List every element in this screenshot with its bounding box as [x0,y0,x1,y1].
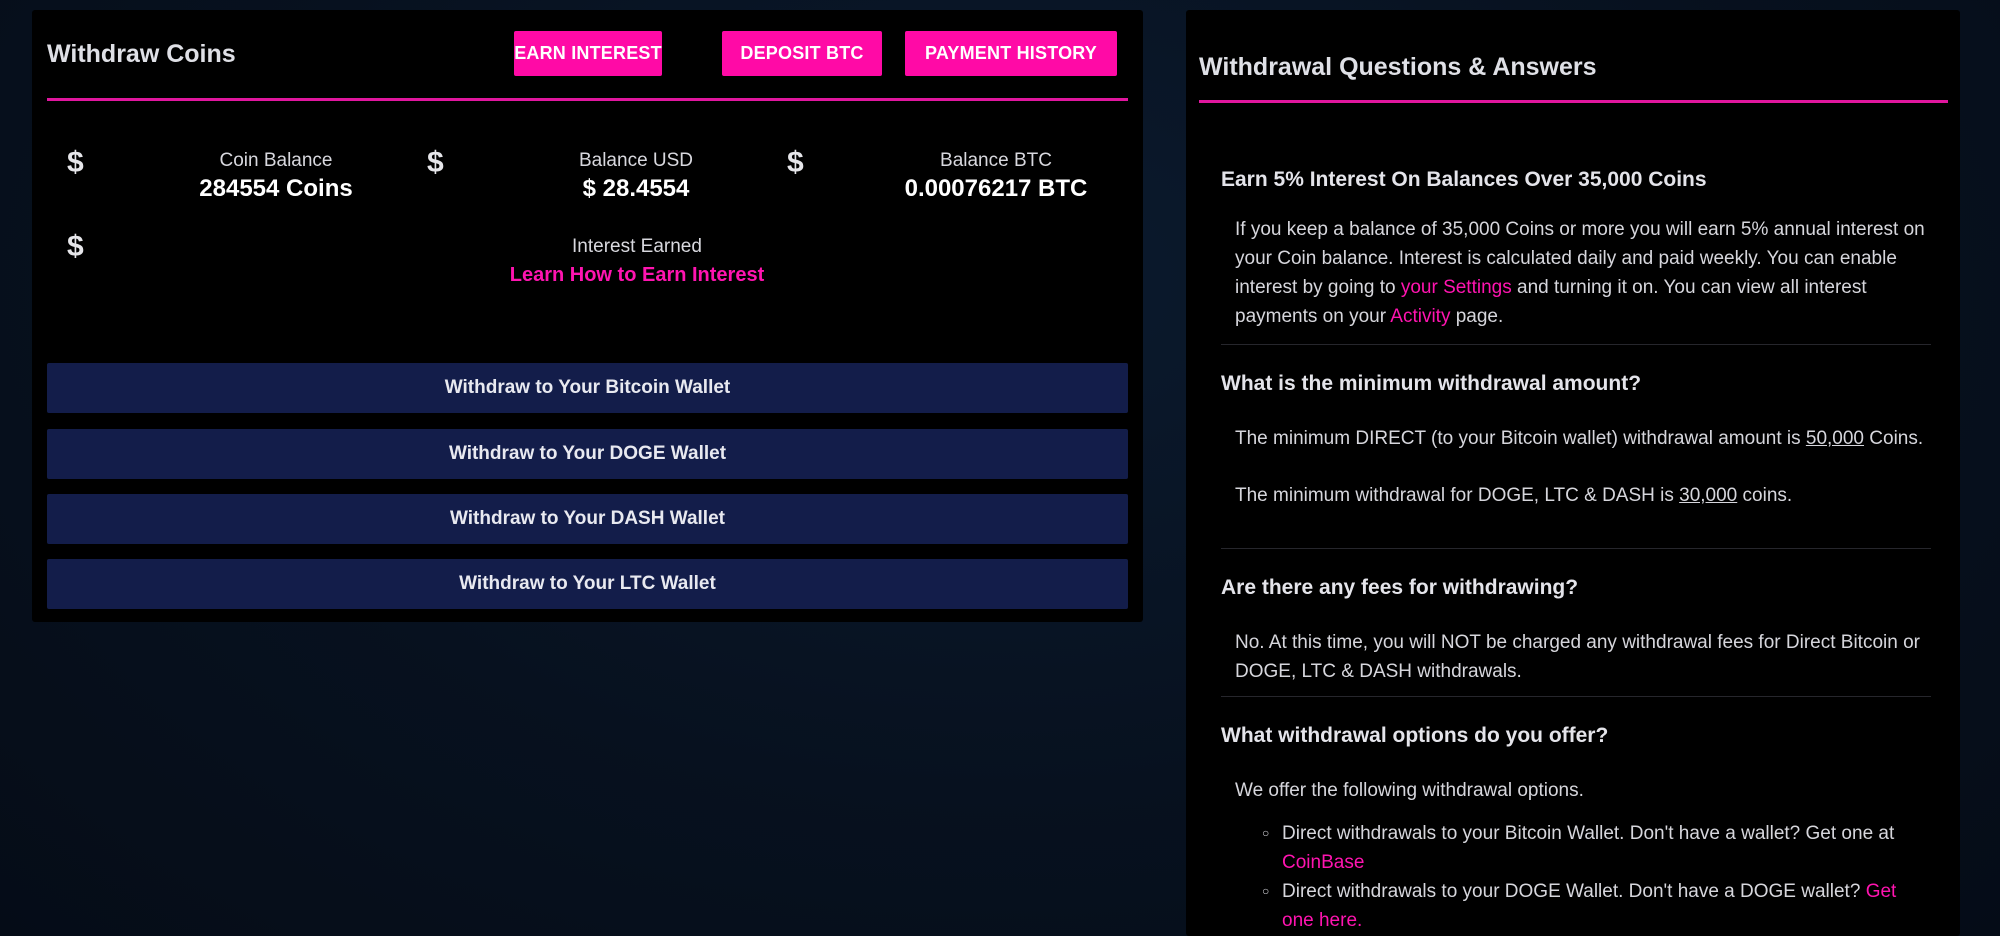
balance-btc-label: Balance BTC [940,150,1052,171]
interest-earned-label: Interest Earned [572,236,702,257]
faq-answer: The minimum DIRECT (to your Bitcoin wall… [1221,424,1931,453]
coin-balance-value: 284554 Coins [199,175,353,202]
faq-answer: No. At this time, you will NOT be charge… [1235,632,1920,682]
faq-header-divider [1199,100,1948,103]
faq-answer: We offer the following withdrawal option… [1235,780,1584,801]
withdraw-ltc-button[interactable]: Withdraw to Your LTC Wallet [47,559,1128,609]
faq-divider [1221,344,1931,345]
balance-btc-value: 0.00076217 BTC [904,175,1088,202]
withdraw-coins-title: Withdraw Coins [47,40,236,68]
list-item: Direct withdrawals to your DOGE Wallet. … [1262,877,1931,935]
faq-answer: If you keep a balance of 35,000 Coins or… [1221,215,1931,331]
settings-link[interactable]: your Settings [1401,277,1512,298]
activity-link[interactable]: Activity [1390,306,1450,327]
faq-item-interest: Earn 5% Interest On Balances Over 35,000… [1221,168,1931,331]
faq-item-fees: Are there any fees for withdrawing? No. … [1221,576,1931,686]
list-item: Direct withdrawals to your Bitcoin Walle… [1262,819,1931,877]
answer-text: The minimum withdrawal for DOGE, LTC & D… [1235,485,1680,506]
answer-text: coins. [1737,485,1793,506]
answer-text: Coins. [1864,428,1924,449]
faq-divider [1221,548,1931,549]
faq-question: What is the minimum withdrawal amount? [1221,372,1642,395]
option-text: Direct withdrawals to your DOGE Wallet. … [1282,881,1866,902]
withdrawal-options-list: Direct withdrawals to your Bitcoin Walle… [1262,819,1931,935]
answer-text: The minimum DIRECT (to your Bitcoin wall… [1235,428,1806,449]
option-text: Direct withdrawals to your Bitcoin Walle… [1282,823,1895,844]
coinbase-link[interactable]: CoinBase [1282,852,1364,873]
balance-usd-dollar-icon: $ [427,146,444,179]
faq-question: What withdrawal options do you offer? [1221,724,1609,747]
deposit-btc-button[interactable]: DEPOSIT BTC [722,31,882,76]
min-altcoin-amount: 30,000 [1679,485,1738,506]
faq-title: Withdrawal Questions & Answers [1199,53,1597,81]
withdraw-bitcoin-button[interactable]: Withdraw to Your Bitcoin Wallet [47,363,1128,413]
faq-item-minimum: What is the minimum withdrawal amount? T… [1221,372,1931,510]
withdrawal-faq-panel: Withdrawal Questions & Answers Earn 5% I… [1186,10,1960,936]
interest-dollar-icon: $ [67,230,84,263]
header-divider [47,98,1128,101]
payment-history-button[interactable]: PAYMENT HISTORY [905,31,1117,76]
coin-balance-dollar-icon: $ [67,146,84,179]
learn-interest-link[interactable]: Learn How to Earn Interest [412,264,862,287]
withdraw-coins-panel: Withdraw Coins EARN INTEREST DEPOSIT BTC… [32,10,1143,622]
earn-interest-button[interactable]: EARN INTEREST [514,31,662,76]
faq-item-options: What withdrawal options do you offer? We… [1221,724,1931,935]
faq-divider [1221,696,1931,697]
coin-balance-label: Coin Balance [219,150,333,171]
balance-usd-value: $ 28.4554 [582,175,690,202]
answer-text: page. [1450,306,1504,327]
balance-btc-dollar-icon: $ [787,146,804,179]
faq-question: Earn 5% Interest On Balances Over 35,000… [1221,168,1707,191]
faq-answer: The minimum withdrawal for DOGE, LTC & D… [1221,481,1931,510]
withdraw-doge-button[interactable]: Withdraw to Your DOGE Wallet [47,429,1128,479]
balance-usd-label: Balance USD [578,150,694,171]
faq-question: Are there any fees for withdrawing? [1221,576,1579,599]
withdraw-dash-button[interactable]: Withdraw to Your DASH Wallet [47,494,1128,544]
min-direct-amount: 50,000 [1805,428,1865,449]
